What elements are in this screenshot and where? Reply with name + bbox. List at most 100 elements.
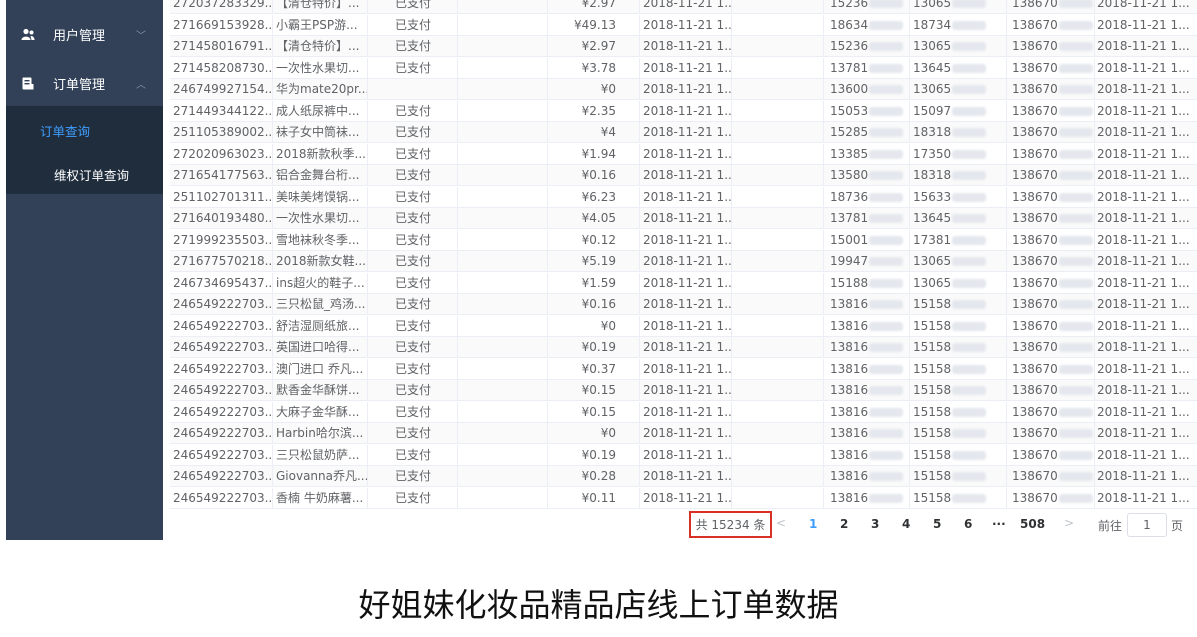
table-row[interactable]: 271654177563... 铝合金舞台桁... 已支付 ¥0.16 2018-11-… — [170, 165, 1197, 186]
table-row[interactable]: 271458208730... 一次性水果切... 已支付 ¥3.78 2018-11-… — [170, 57, 1197, 79]
table-row[interactable]: 246549222703... 英国进口哈得... 已支付 ¥0.19 2018-11-… — [170, 337, 1197, 358]
table-row[interactable]: 271999235503... 雪地袜秋冬季... 已支付 ¥0.12 2018-11-… — [170, 229, 1197, 251]
price-cell-text: ¥0.16 — [581, 297, 616, 311]
phone-cell-3: 138670 — [1007, 315, 1095, 337]
order-id-cell: 271458016791... — [170, 36, 273, 57]
redacted-digits — [869, 300, 904, 309]
table-row[interactable]: 246549222703... 舒洁湿厕纸旅... 已支付 ¥0 2018-11-21 … — [170, 315, 1197, 337]
price-cell-text: ¥0.37 — [581, 361, 616, 376]
phone-cell-3: 138670 — [1007, 358, 1095, 380]
pay-time-cell-text: 2018-11-21 1... — [1097, 361, 1190, 376]
submenu-item-rights-order-query[interactable]: 维权订单查询 — [6, 152, 163, 196]
page-button-6[interactable]: 6 — [964, 517, 972, 531]
price-cell-text: ¥2.97 — [581, 39, 616, 53]
next-page-icon[interactable]: > — [1064, 516, 1074, 530]
phone-cell-2: 13065 — [910, 0, 1007, 14]
phone-cell-2: 15097 — [910, 100, 1007, 122]
phone-cell-3: 138670 — [1007, 165, 1095, 186]
empty-cell — [458, 229, 548, 251]
redacted-digits — [869, 235, 904, 245]
phone-cell-3-text: 138670 — [1012, 361, 1058, 376]
phone-cell-3-text: 138670 — [1012, 17, 1058, 32]
phone-cell-2: 15158 — [910, 466, 1007, 487]
table-row[interactable]: 246734695437... ins超火的鞋子... 已支付 ¥1.59 2018-1… — [170, 272, 1197, 294]
phone-cell-1: 13781 — [824, 57, 910, 79]
phone-cell-1: 15188 — [824, 272, 910, 294]
menu-item-user-management[interactable]: 用户管理 ﹀ — [6, 9, 163, 59]
redacted-digits — [1058, 407, 1093, 417]
table-row[interactable]: 271677570218... 2018新款女鞋... 已支付 ¥5.19 2018-1… — [170, 251, 1197, 272]
table-row[interactable]: 251102701311... 美味美烤馍锅... 已支付 ¥6.23 2018-11-… — [170, 186, 1197, 208]
phone-cell-1-text: 13385 — [830, 146, 869, 161]
table-row[interactable]: 271449344122... 成人纸尿裤中... 已支付 ¥2.35 2018-11-… — [170, 100, 1197, 122]
page-button-508[interactable]: 508 — [1020, 517, 1045, 531]
phone-cell-3-text: 138670 — [1012, 0, 1058, 10]
page-button-1[interactable]: 1 — [809, 517, 817, 531]
table-row[interactable]: 271669153928... 小霸王PSP游... 已支付 ¥49.13 2018-1… — [170, 14, 1197, 36]
more-pages-icon[interactable]: ··· — [992, 517, 1006, 531]
phone-cell-1-text: 13816 — [830, 404, 869, 419]
order-time-cell: 2018-11-21 1... — [640, 229, 732, 251]
phone-cell-3-text: 138670 — [1012, 318, 1058, 333]
table-row[interactable]: 271458016791... 【清仓特价】... 已支付 ¥2.97 2018-11-… — [170, 36, 1197, 57]
phone-cell-2-text: 17381 — [913, 232, 952, 247]
table-row[interactable]: 271640193480... 一次性水果切... 已支付 ¥4.05 2018-11-… — [170, 208, 1197, 229]
status-cell-text: 已支付 — [395, 383, 432, 397]
order-time-cell: 2018-11-21 1... — [640, 358, 732, 380]
phone-cell-2: 15158 — [910, 315, 1007, 337]
order-time-cell-text: 2018-11-21 1... — [643, 17, 732, 32]
empty-cell — [732, 444, 824, 466]
price-cell-text: ¥2.35 — [581, 103, 616, 118]
status-cell-text: 已支付 — [395, 39, 432, 53]
price-cell: ¥0.16 — [548, 294, 640, 315]
pay-time-cell: 2018-11-21 1... — [1095, 58, 1197, 79]
redacted-digits — [952, 472, 987, 481]
status-cell: 已支付 — [368, 122, 458, 143]
status-cell-text: 已支付 — [395, 146, 432, 161]
order-id-cell: 271677570218... — [170, 251, 273, 272]
prev-page-icon[interactable]: < — [776, 516, 786, 530]
status-cell: 已支付 — [368, 401, 458, 423]
submenu-item-order-query[interactable]: 订单查询 — [6, 108, 163, 152]
phone-cell-3: 138670 — [1007, 487, 1095, 509]
phone-cell-1: 15236 — [824, 0, 910, 14]
page-button-5[interactable]: 5 — [933, 517, 941, 531]
page-button-2[interactable]: 2 — [840, 517, 848, 531]
table-row[interactable]: 246549222703... 香楠 牛奶麻薯... 已支付 ¥0.11 2018-11… — [170, 487, 1197, 509]
table-row[interactable]: 246749927154... 华为mate20pr... ¥0 2018-11-21… — [170, 79, 1197, 100]
product-name-cell: 铝合金舞台桁... — [273, 165, 368, 186]
table-row[interactable]: 251105389002... 袜子女中筒袜... 已支付 ¥4 2018-11-21 … — [170, 122, 1197, 143]
redacted-digits — [1058, 343, 1093, 352]
page-button-4[interactable]: 4 — [902, 517, 910, 531]
product-name-cell: 一次性水果切... — [273, 208, 368, 229]
empty-cell — [732, 143, 824, 165]
table-row[interactable]: 246549222703... Giovanna乔凡... 已支付 ¥0.28 2018… — [170, 466, 1197, 487]
phone-cell-2-text: 15158 — [913, 297, 952, 311]
phone-cell-1-text: 15236 — [830, 39, 869, 53]
table-row[interactable]: 246549222703... 澳门进口 乔凡... 已支付 ¥0.37 2018-11… — [170, 358, 1197, 380]
order-id-cell: 246549222703... — [170, 380, 273, 401]
table-row[interactable]: 246549222703... 大麻子金华酥... 已支付 ¥0.15 2018-11-… — [170, 401, 1197, 423]
status-cell-text: 已支付 — [395, 361, 432, 376]
status-cell-text: 已支付 — [395, 17, 432, 32]
pay-time-cell: 2018-11-21 1... — [1095, 359, 1197, 380]
table-row[interactable]: 246549222703... Harbin哈尔滨... 已支付 ¥0 2018-11-… — [170, 423, 1197, 444]
pay-time-cell: 2018-11-21 1... — [1095, 423, 1197, 444]
page-button-3[interactable]: 3 — [871, 517, 879, 531]
table-row[interactable]: 272037283329... 【清仓特价】... 已支付 ¥2.97 2018-11-… — [170, 0, 1197, 14]
order-time-cell: 2018-11-21 1... — [640, 272, 732, 294]
menu-item-order-management[interactable]: 订单管理 ︿ — [6, 58, 163, 108]
goto-page-input[interactable] — [1127, 513, 1167, 537]
table-row[interactable]: 246549222703... 三只松鼠奶萨... 已支付 ¥0.19 2018-11-… — [170, 444, 1197, 466]
phone-cell-3: 138670 — [1007, 423, 1095, 444]
phone-cell-2: 13065 — [910, 251, 1007, 272]
table-row[interactable]: 246549222703... 三只松鼠_鸡汤... 已支付 ¥0.16 2018-11… — [170, 294, 1197, 315]
pay-time-cell-text: 2018-11-21 1... — [1097, 146, 1190, 161]
table-row[interactable]: 272020963023... 2018新款秋季... 已支付 ¥1.94 2018-1… — [170, 143, 1197, 165]
redacted-digits — [869, 364, 904, 374]
table-row[interactable]: 246549222703... 默香金华酥饼... 已支付 ¥0.15 2018-11-… — [170, 380, 1197, 401]
order-id-cell-text: 271654177563... — [173, 168, 273, 182]
product-name-cell: 雪地袜秋冬季... — [273, 229, 368, 251]
phone-cell-2: 15158 — [910, 423, 1007, 444]
redacted-digits — [1058, 171, 1093, 180]
